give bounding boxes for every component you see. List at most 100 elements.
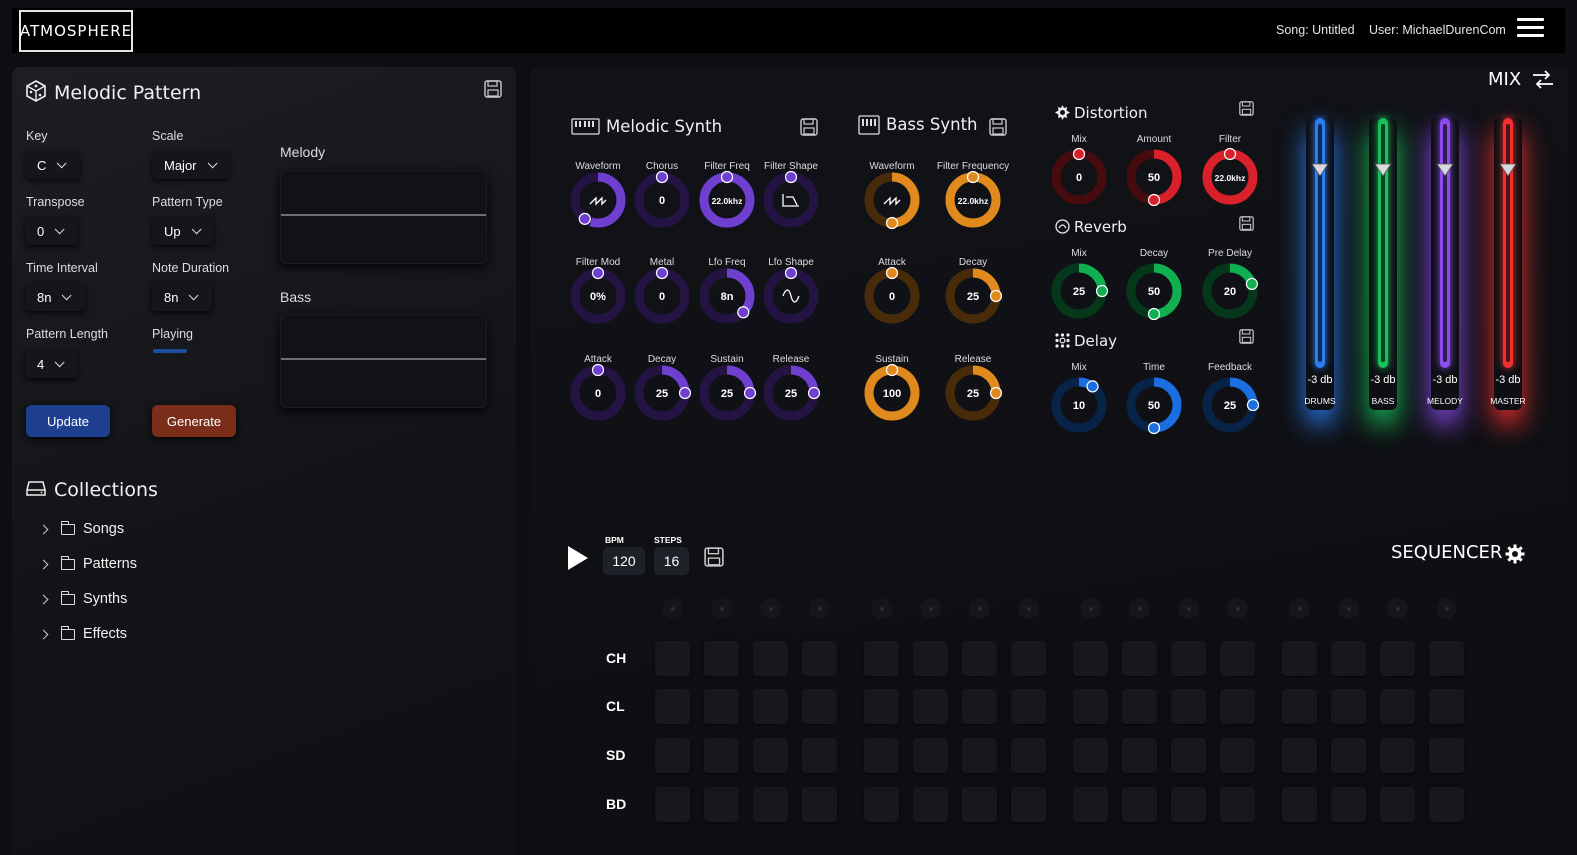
amount-knob[interactable]: 50 xyxy=(1124,147,1184,207)
sequencer-step[interactable] xyxy=(704,787,739,822)
lfo-shape-knob[interactable] xyxy=(761,266,821,326)
melody-fader[interactable] xyxy=(1440,118,1450,368)
sequencer-step[interactable] xyxy=(753,787,788,822)
collection-effects[interactable]: Effects xyxy=(38,625,127,642)
fader-thumb[interactable] xyxy=(1499,163,1517,177)
mix-knob[interactable]: 25 xyxy=(1049,261,1109,321)
sequencer-step[interactable] xyxy=(1171,689,1206,724)
sequencer-step[interactable] xyxy=(802,787,837,822)
sequencer-step[interactable] xyxy=(1122,689,1157,724)
gear-icon[interactable] xyxy=(1505,544,1525,564)
sequencer-step[interactable] xyxy=(864,787,899,822)
filter-mod-knob[interactable]: 0% xyxy=(568,266,628,326)
chorus-knob[interactable]: 0 xyxy=(632,170,692,230)
sequencer-step[interactable] xyxy=(1429,738,1464,773)
sequencer-step[interactable] xyxy=(913,641,948,676)
pre-delay-knob[interactable]: 20 xyxy=(1200,261,1260,321)
decay-knob[interactable]: 50 xyxy=(1124,261,1184,321)
lfo-freq-knob[interactable]: 8n xyxy=(697,266,757,326)
fader-thumb[interactable] xyxy=(1311,163,1329,177)
note-duration-select[interactable]: 8n xyxy=(152,283,212,311)
bass-piano-roll[interactable] xyxy=(280,314,487,408)
scale-select[interactable]: Major xyxy=(152,151,229,179)
sequencer-step[interactable] xyxy=(1073,641,1108,676)
decay-knob[interactable]: 25 xyxy=(943,266,1003,326)
sequencer-step[interactable] xyxy=(1331,787,1366,822)
sequencer-step[interactable] xyxy=(655,689,690,724)
filter-shape-knob[interactable] xyxy=(761,170,821,230)
melody-piano-roll[interactable] xyxy=(280,170,487,264)
sequencer-step[interactable] xyxy=(1429,689,1464,724)
sequencer-step[interactable] xyxy=(1380,641,1415,676)
filter-knob[interactable]: 22.0khz xyxy=(1200,147,1260,207)
sequencer-step[interactable] xyxy=(1331,689,1366,724)
release-knob[interactable]: 25 xyxy=(943,363,1003,423)
sequencer-step[interactable] xyxy=(962,787,997,822)
sequencer-step[interactable] xyxy=(753,689,788,724)
generate-button[interactable]: Generate xyxy=(152,405,236,437)
sequencer-step[interactable] xyxy=(655,787,690,822)
sequencer-step[interactable] xyxy=(1073,738,1108,773)
sustain-knob[interactable]: 100 xyxy=(862,363,922,423)
attack-knob[interactable]: 0 xyxy=(862,266,922,326)
waveform-knob[interactable] xyxy=(568,170,628,230)
master-fader[interactable] xyxy=(1503,118,1513,368)
pattern-type-select[interactable]: Up xyxy=(152,217,213,245)
sequencer-step[interactable] xyxy=(802,641,837,676)
pattern-length-select[interactable]: 4 xyxy=(25,350,77,378)
sequencer-step[interactable] xyxy=(1282,738,1317,773)
sequencer-step[interactable] xyxy=(655,641,690,676)
time-knob[interactable]: 50 xyxy=(1124,375,1184,435)
sequencer-step[interactable] xyxy=(1331,738,1366,773)
sequencer-step[interactable] xyxy=(802,738,837,773)
attack-knob[interactable]: 0 xyxy=(568,363,628,423)
sequencer-step[interactable] xyxy=(864,689,899,724)
sequencer-step[interactable] xyxy=(1171,738,1206,773)
save-melodic-synth-icon[interactable] xyxy=(800,118,818,136)
time-interval-select[interactable]: 8n xyxy=(25,283,85,311)
mix-knob[interactable]: 10 xyxy=(1049,375,1109,435)
sequencer-step[interactable] xyxy=(1220,787,1255,822)
sequencer-step[interactable] xyxy=(962,738,997,773)
sequencer-step[interactable] xyxy=(1282,641,1317,676)
sequencer-step[interactable] xyxy=(1282,689,1317,724)
save-pattern-icon[interactable] xyxy=(484,80,502,98)
sequencer-step[interactable] xyxy=(655,738,690,773)
collection-synths[interactable]: Synths xyxy=(38,590,127,607)
waveform-knob[interactable] xyxy=(862,170,922,230)
save-sequence-icon[interactable] xyxy=(704,547,724,567)
sequencer-step[interactable] xyxy=(913,787,948,822)
sequencer-step[interactable] xyxy=(1171,641,1206,676)
mix-knob[interactable]: 0 xyxy=(1049,147,1109,207)
sequencer-step[interactable] xyxy=(864,641,899,676)
sequencer-step[interactable] xyxy=(753,641,788,676)
sequencer-step[interactable] xyxy=(1220,738,1255,773)
sequencer-step[interactable] xyxy=(1429,641,1464,676)
sequencer-step[interactable] xyxy=(913,689,948,724)
save-bass-synth-icon[interactable] xyxy=(989,118,1007,136)
sequencer-step[interactable] xyxy=(753,738,788,773)
sequencer-step[interactable] xyxy=(1122,641,1157,676)
sequencer-step[interactable] xyxy=(1073,689,1108,724)
sequencer-step[interactable] xyxy=(704,738,739,773)
metal-knob[interactable]: 0 xyxy=(632,266,692,326)
sequencer-step[interactable] xyxy=(962,641,997,676)
save-distortion-icon[interactable] xyxy=(1239,101,1254,116)
sequencer-step[interactable] xyxy=(1011,641,1046,676)
update-button[interactable]: Update xyxy=(26,405,110,437)
sequencer-step[interactable] xyxy=(1073,787,1108,822)
fader-thumb[interactable] xyxy=(1436,163,1454,177)
sequencer-step[interactable] xyxy=(1011,787,1046,822)
sequencer-step[interactable] xyxy=(1122,787,1157,822)
sequencer-step[interactable] xyxy=(802,689,837,724)
mix-toggle-icon[interactable] xyxy=(1532,70,1554,90)
sequencer-step[interactable] xyxy=(1122,738,1157,773)
save-reverb-icon[interactable] xyxy=(1239,216,1254,231)
sequencer-step[interactable] xyxy=(1171,787,1206,822)
sustain-knob[interactable]: 25 xyxy=(697,363,757,423)
sequencer-step[interactable] xyxy=(704,641,739,676)
sequencer-step[interactable] xyxy=(1380,689,1415,724)
sequencer-step[interactable] xyxy=(1380,787,1415,822)
hamburger-menu-icon[interactable] xyxy=(1517,18,1544,38)
collection-songs[interactable]: Songs xyxy=(38,520,124,537)
